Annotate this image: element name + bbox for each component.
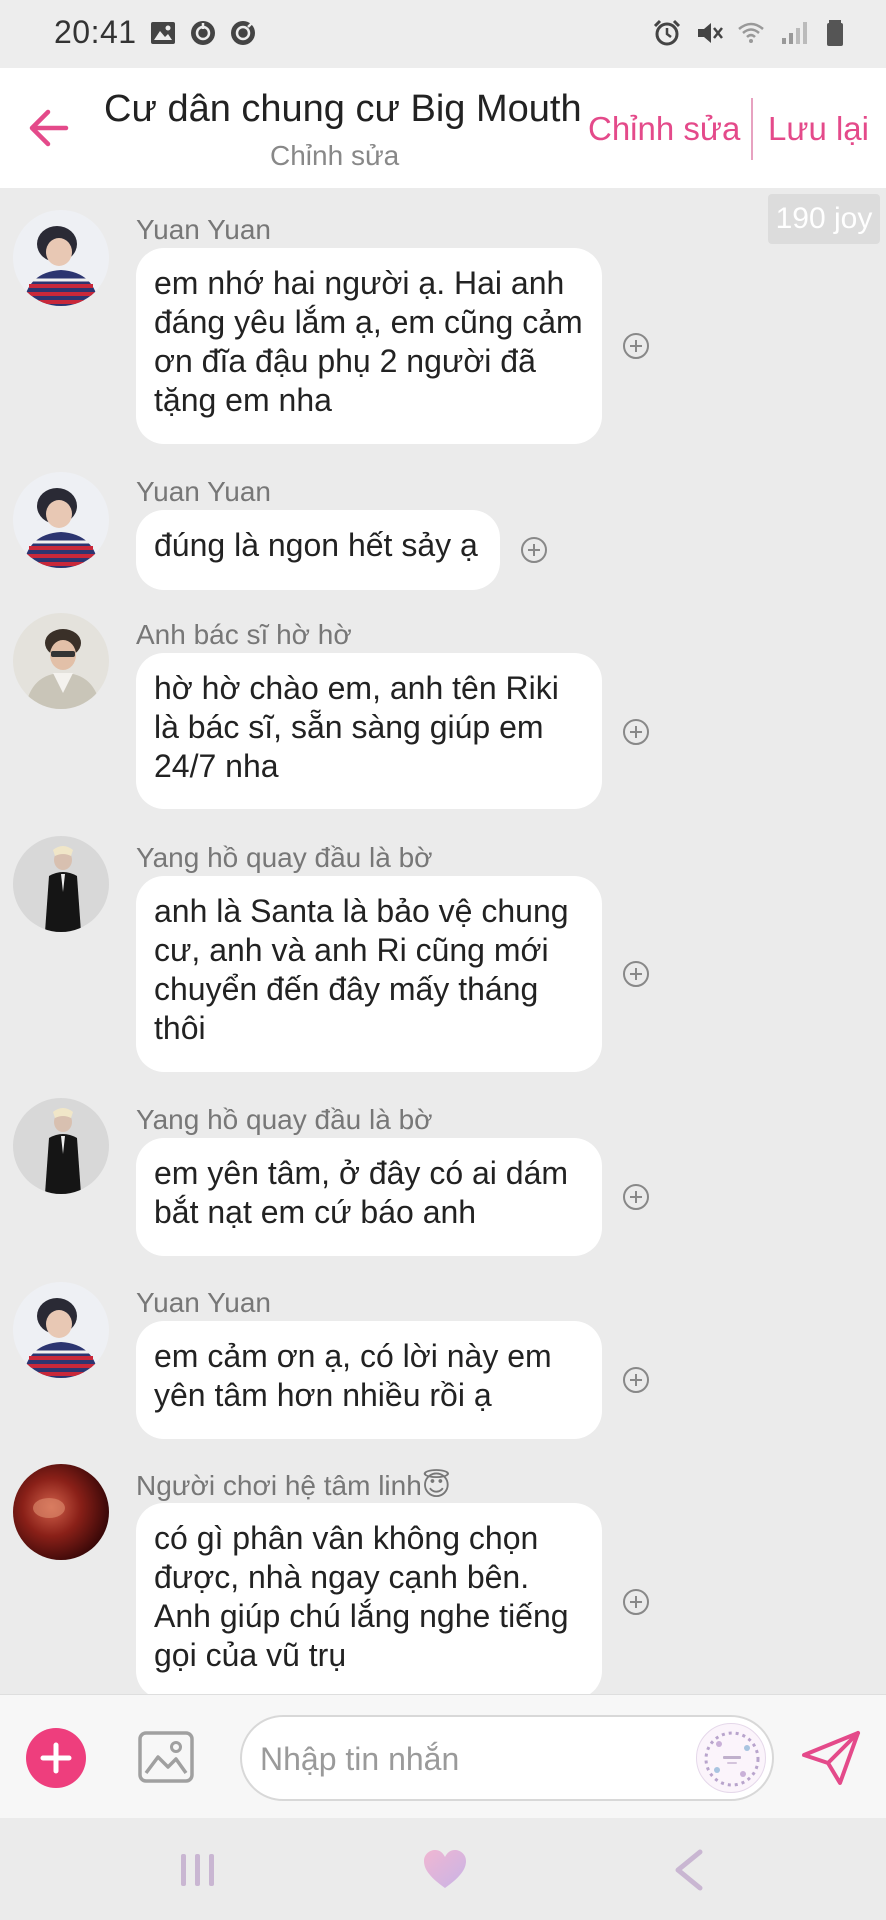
app-icon	[231, 21, 255, 45]
sender-name: Yuan Yuan	[136, 476, 271, 507]
message-bubble[interactable]: đúng là ngon hết sảy ạ	[136, 510, 500, 590]
sticker-button[interactable]	[696, 1723, 766, 1793]
back-arrow-icon[interactable]	[26, 102, 72, 154]
group-title: Cư dân chung cư Big Mouth	[104, 88, 582, 130]
battery-icon	[827, 20, 843, 46]
chat-header: Cư dân chung cư Big Mouth Chỉnh sửa Chỉn…	[0, 68, 886, 188]
message-bubble[interactable]: anh là Santa là bảo vệ chung cư, anh và …	[136, 876, 602, 1072]
wifi-icon	[738, 22, 764, 43]
system-nav-bar	[0, 1818, 886, 1920]
avatar[interactable]	[13, 472, 109, 568]
group-subtitle: Chỉnh sửa	[270, 140, 400, 171]
message-composer	[0, 1694, 886, 1818]
add-reaction-icon[interactable]	[621, 1587, 651, 1617]
plus-icon	[40, 1742, 72, 1774]
add-reaction-icon[interactable]	[621, 331, 651, 361]
add-reaction-icon[interactable]	[621, 1182, 651, 1212]
joy-badge: 190 joy	[768, 194, 880, 244]
sender-name: Yang hồ quay đầu là bờ	[136, 1104, 433, 1135]
gallery-icon	[151, 22, 175, 44]
avatar[interactable]	[13, 1282, 109, 1378]
recent-apps-icon[interactable]	[178, 1850, 218, 1890]
sender-name: Yuan Yuan	[136, 214, 271, 245]
message-bubble[interactable]: em cảm ơn ạ, có lời này em yên tâm hơn n…	[136, 1321, 602, 1439]
status-icons-right	[652, 18, 850, 48]
message-input-box[interactable]	[240, 1715, 774, 1801]
message-bubble[interactable]: có gì phân vân không chọn được, nhà ngay…	[136, 1503, 602, 1694]
add-reaction-icon[interactable]	[519, 535, 549, 565]
avatar[interactable]	[13, 1464, 109, 1560]
header-divider	[751, 98, 753, 160]
chat-area[interactable]: 190 joy Yuan Yuan em nhớ hai người ạ. Ha…	[0, 188, 886, 1694]
sender-name: Yuan Yuan	[136, 1287, 271, 1318]
avatar[interactable]	[13, 836, 109, 932]
app-icon	[191, 21, 215, 45]
message-input[interactable]	[260, 1735, 660, 1783]
status-time: 20:41	[54, 14, 137, 50]
alarm-icon	[653, 19, 681, 46]
status-icons-left	[148, 18, 258, 48]
signal-icon	[782, 22, 807, 44]
sticker-icon	[704, 1731, 760, 1787]
sender-name: Anh bác sĩ hờ hờ	[136, 619, 352, 650]
status-bar: 20:41	[0, 0, 886, 68]
edit-button[interactable]: Chỉnh sửa	[588, 110, 740, 148]
send-icon[interactable]	[800, 1729, 862, 1787]
save-button[interactable]: Lưu lại	[768, 110, 869, 148]
message-bubble[interactable]: em yên tâm, ở đây có ai dám bắt nạt em c…	[136, 1138, 602, 1256]
mute-icon	[698, 23, 723, 43]
back-nav-icon[interactable]	[672, 1848, 706, 1892]
image-icon[interactable]	[136, 1727, 196, 1787]
add-reaction-icon[interactable]	[621, 717, 651, 747]
avatar[interactable]	[13, 210, 109, 306]
add-reaction-icon[interactable]	[621, 1365, 651, 1395]
message-bubble[interactable]: em nhớ hai người ạ. Hai anh đáng yêu lắm…	[136, 248, 602, 444]
sender-name: Yang hồ quay đầu là bờ	[136, 842, 433, 873]
message-bubble[interactable]: hờ hờ chào em, anh tên Riki là bác sĩ, s…	[136, 653, 602, 809]
sender-name: Người chơi hệ tâm linh😇	[136, 1470, 451, 1501]
add-reaction-icon[interactable]	[621, 959, 651, 989]
avatar[interactable]	[13, 1098, 109, 1194]
avatar[interactable]	[13, 613, 109, 709]
add-attachment-button[interactable]	[26, 1728, 86, 1788]
heart-home-icon[interactable]	[422, 1848, 468, 1892]
